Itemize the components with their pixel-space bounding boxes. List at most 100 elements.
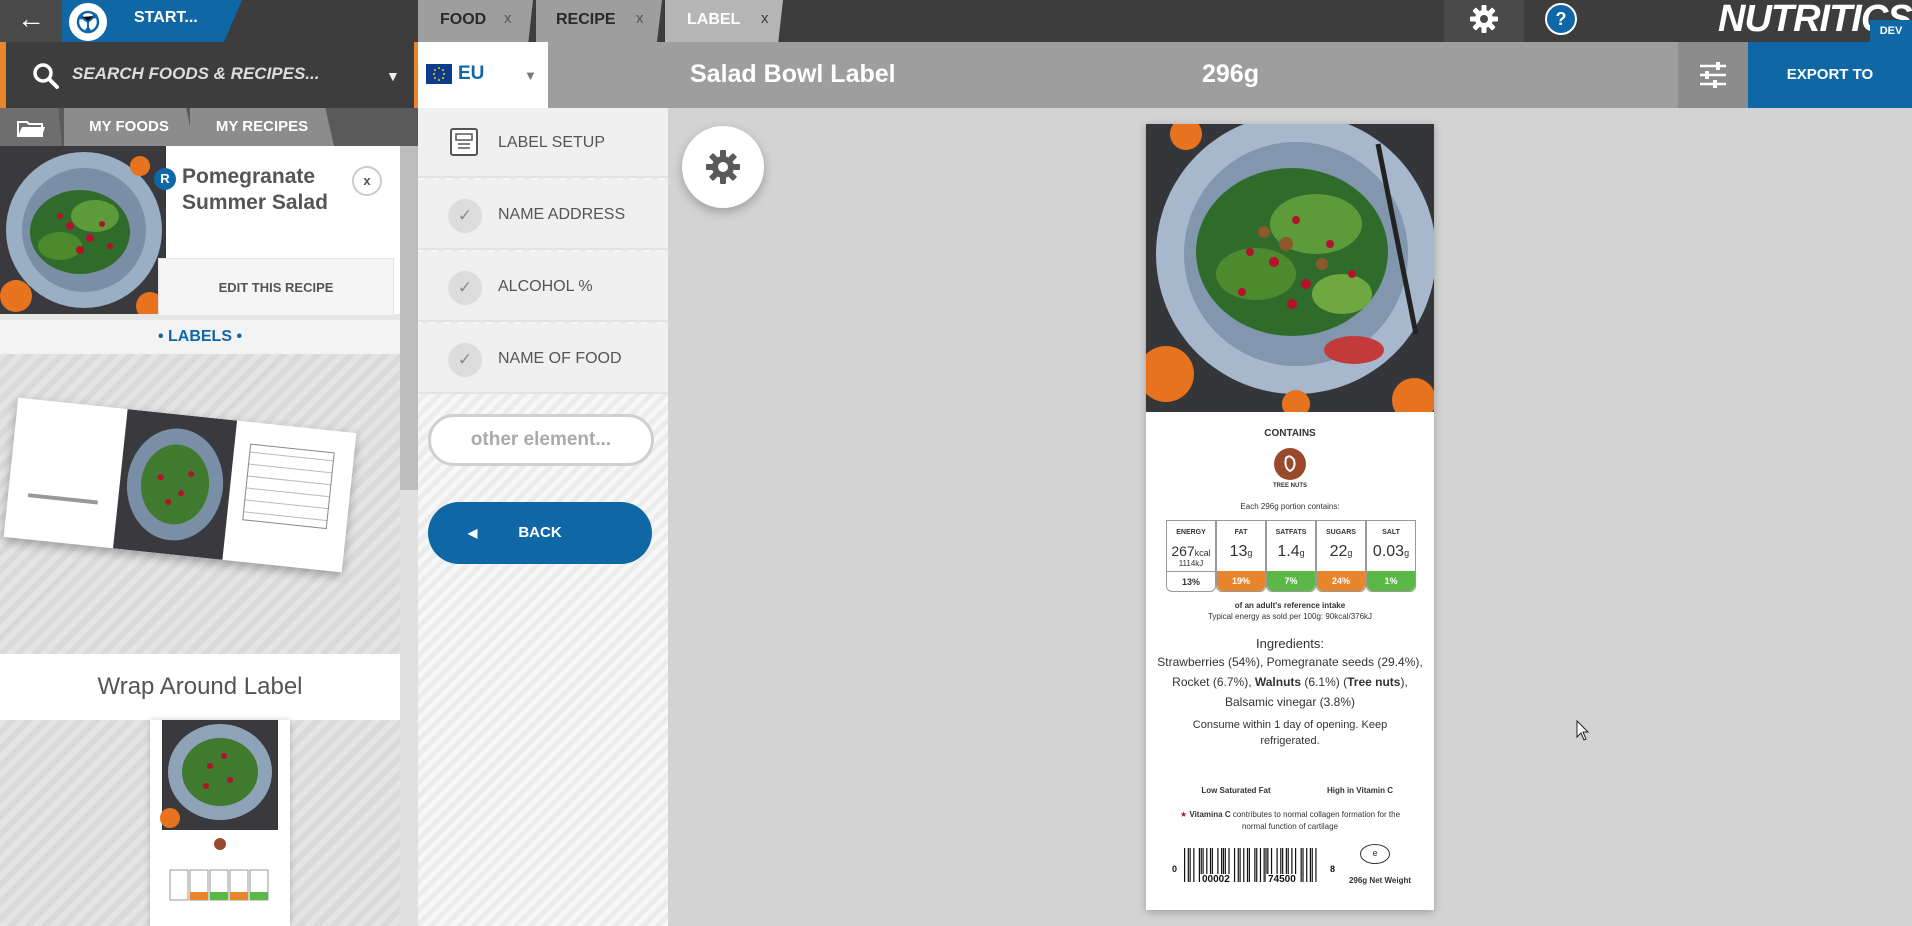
recipe-badge: R xyxy=(154,168,176,190)
search-input[interactable]: SEARCH FOODS & RECIPES... xyxy=(72,64,319,84)
label-title[interactable]: Salad Bowl Label xyxy=(690,60,896,89)
wrap-around-label-title[interactable]: Wrap Around Label xyxy=(0,654,400,720)
settings-button[interactable] xyxy=(1444,0,1524,42)
unit: g xyxy=(1404,548,1410,558)
ingredients-line-1: Strawberries (54%), Pomegranate seeds (2… xyxy=(1157,655,1423,669)
nutrient-energy: ENERGY 267kcal 1114kJ 13% xyxy=(1166,520,1216,592)
unit: g xyxy=(1299,548,1305,558)
tab-my-recipes[interactable]: MY RECIPES xyxy=(190,108,334,146)
nutrient-pct: 7% xyxy=(1267,571,1315,591)
tab-label-close-icon[interactable]: x xyxy=(761,10,769,27)
value: 22 xyxy=(1329,543,1348,560)
chevron-down-icon[interactable]: ▼ xyxy=(524,68,537,83)
back-arrow-icon[interactable]: ← xyxy=(0,0,62,42)
barcode-bar xyxy=(1256,848,1258,882)
tab-recipe-close-icon[interactable]: x xyxy=(636,10,644,27)
tree-nuts-icon xyxy=(1274,448,1306,480)
tab-food[interactable]: FOOD x xyxy=(418,0,533,42)
labels-heading: • LABELS • xyxy=(0,320,400,354)
top-bar xyxy=(0,0,1912,42)
nutrient-fat: FAT 13g 19% xyxy=(1216,520,1266,592)
tab-food-label: FOOD xyxy=(440,11,487,28)
label-food-photo xyxy=(1146,124,1434,412)
label-settings-button[interactable] xyxy=(682,126,764,208)
other-element-input[interactable]: other element... xyxy=(428,414,654,466)
scrollbar-thumb[interactable] xyxy=(400,146,418,490)
folder-tab[interactable] xyxy=(0,108,62,146)
label-weight: 296g xyxy=(1202,60,1259,88)
app-logo-icon[interactable] xyxy=(66,0,110,44)
folder-icon xyxy=(17,121,45,137)
menu-name-address[interactable]: ✓ NAME ADDRESS xyxy=(418,180,668,250)
ingredient-text: ), xyxy=(1400,675,1408,689)
search-icon xyxy=(33,63,59,89)
barcode-bar xyxy=(1184,848,1186,882)
nutrient-value: 13g xyxy=(1217,543,1265,561)
portion-note: Each 296g portion contains: xyxy=(1240,502,1340,511)
ingredient-text: Rocket (6.7%), xyxy=(1172,675,1255,689)
estimated-sign-icon: e xyxy=(1360,844,1390,864)
barcode-digits-b: 74500 xyxy=(1266,874,1298,885)
env-badge: DEV xyxy=(1870,20,1912,42)
allergen-ingredient: Walnuts xyxy=(1254,675,1302,689)
sliders-icon xyxy=(1700,62,1726,88)
unit: g xyxy=(1347,548,1353,558)
value: 0.03 xyxy=(1372,543,1405,560)
help-icon: ? xyxy=(1545,3,1577,35)
nutrient-pct: 1% xyxy=(1367,571,1415,591)
tab-my-foods[interactable]: MY FOODS xyxy=(64,108,194,146)
nutrient-name: SALT xyxy=(1382,529,1400,536)
barcode-bar xyxy=(1189,848,1191,882)
barcode-bar xyxy=(1263,848,1265,882)
unit: g xyxy=(1247,548,1253,558)
nutrient-name: SATFATS xyxy=(1275,529,1307,536)
filter-button[interactable] xyxy=(1678,42,1748,108)
typical-energy-note: Typical energy as sold per 100g: 90kcal/… xyxy=(1207,612,1373,621)
barcode-bar xyxy=(1237,848,1239,882)
claim-low-sat-fat: Low Saturated Fat xyxy=(1201,786,1271,795)
vitamin-c-claim-line-1: ★ Vitamina C contributes to normal colla… xyxy=(1152,810,1428,819)
value: 1.4 xyxy=(1277,543,1300,560)
barcode-bar xyxy=(1248,848,1250,882)
nutrient-salt: SALT 0.03g 1% xyxy=(1366,520,1416,592)
barcode-bar xyxy=(1193,848,1195,882)
help-button[interactable]: ? xyxy=(1524,0,1598,42)
barcode-bar xyxy=(1306,848,1308,882)
barcode-bar xyxy=(1300,848,1302,882)
allergen-label: TREE NUTS xyxy=(1272,483,1307,489)
vitamin-c-claim-line-2: normal function of cartilage xyxy=(1241,822,1339,831)
nutrient-value: 22g xyxy=(1317,543,1365,561)
edit-recipe-button[interactable]: EDIT THIS RECIPE xyxy=(158,258,394,316)
nutrient-row: ENERGY 267kcal 1114kJ 13% FAT 13g 19% SA… xyxy=(1166,520,1418,592)
tab-label[interactable]: LABEL x xyxy=(665,0,783,42)
nutrient-sugars: SUGARS 22g 24% xyxy=(1316,520,1366,592)
menu-alcohol-label: ALCOHOL % xyxy=(498,278,593,295)
chevron-down-icon[interactable]: ▼ xyxy=(386,68,400,84)
nutrient-name: FAT xyxy=(1234,529,1248,536)
gear-icon xyxy=(706,150,740,184)
nutrient-pct: 19% xyxy=(1217,571,1265,591)
tab-recipe-label: RECIPE xyxy=(556,11,616,28)
menu-name-of-food-label: NAME OF FOOD xyxy=(498,350,622,367)
barcode-bar xyxy=(1187,848,1189,882)
net-weight: 296g Net Weight xyxy=(1348,876,1412,885)
close-recipe-button[interactable]: x xyxy=(352,166,382,196)
start-label[interactable]: START... xyxy=(134,9,198,27)
tab-food-close-icon[interactable]: x xyxy=(504,10,512,27)
barcode-digit-right: 8 xyxy=(1330,864,1336,874)
contains-heading: CONTAINS xyxy=(1264,428,1316,439)
menu-name-of-food[interactable]: ✓ NAME OF FOOD xyxy=(418,324,668,394)
recipe-thumbnail xyxy=(0,146,166,314)
back-button[interactable]: ◀ BACK xyxy=(428,502,652,564)
nutrient-value: 0.03g xyxy=(1367,543,1415,561)
export-button[interactable]: EXPORT TO xyxy=(1748,42,1912,108)
barcode-bar xyxy=(1315,848,1317,882)
check-icon: ✓ xyxy=(448,271,482,305)
menu-alcohol[interactable]: ✓ ALCOHOL % xyxy=(418,252,668,322)
menu-label-setup[interactable]: LABEL SETUP xyxy=(418,108,668,178)
check-icon: ✓ xyxy=(448,199,482,233)
mini-label-thumbnail[interactable] xyxy=(150,720,290,926)
nutrient-name: ENERGY xyxy=(1176,529,1206,536)
tab-recipe[interactable]: RECIPE x xyxy=(536,0,662,42)
barcode xyxy=(1184,848,1317,882)
